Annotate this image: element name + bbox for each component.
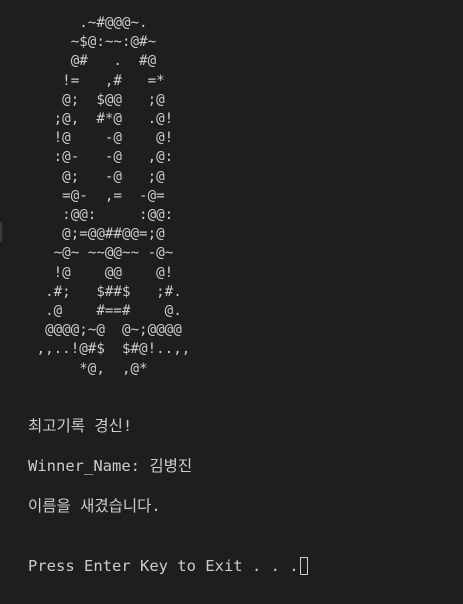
- console-window: .~#@@@~. ~$@:~~:@#~ @# . #@ != ,# =* @; …: [0, 0, 463, 604]
- winner-name-value: 김병진: [149, 457, 193, 475]
- winner-name-line: Winner_Name: 김병진: [28, 456, 192, 476]
- art-line: @;=@@##@@=;@: [28, 226, 165, 243]
- art-line: .@ #==# @.: [28, 303, 182, 320]
- art-line: !@ @@ @!: [28, 264, 174, 281]
- art-line: ;@, #*@ .@!: [28, 111, 174, 128]
- art-line: ,,..!@#$ $#@!..,,: [28, 341, 191, 358]
- art-line: @; -@ ;@: [28, 168, 165, 185]
- art-line: @@@@;~@ @~;@@@@: [28, 322, 182, 339]
- art-line: =@- ,= -@=: [28, 187, 165, 204]
- art-line: ~@~ ~~@@~~ -@~: [28, 245, 174, 262]
- exit-prompt-line[interactable]: Press Enter Key to Exit . . .: [28, 556, 308, 576]
- art-line: .#; $##$ ;#.: [28, 283, 182, 300]
- new-record-message: 최고기록 경신!: [28, 417, 133, 435]
- art-line: :@@: :@@:: [28, 207, 174, 224]
- art-line: @; $@@ ;@: [28, 91, 165, 108]
- ascii-trophy-art: .~#@@@~. ~$@:~~:@#~ @# . #@ != ,# =* @; …: [28, 14, 191, 379]
- winner-name-label: Winner_Name:: [28, 457, 150, 475]
- art-line: !@ -@ @!: [28, 130, 174, 147]
- exit-prompt-text: Press Enter Key to Exit . . .: [28, 557, 299, 575]
- text-cursor: [299, 557, 308, 575]
- art-line: .~#@@@~.: [28, 15, 148, 31]
- art-line: @# . #@: [28, 53, 157, 70]
- art-line: *@, ,@*: [28, 360, 148, 377]
- art-line: :@- -@ ,@:: [28, 149, 174, 166]
- art-line: != ,# =*: [28, 72, 165, 89]
- name-saved-message: 이름을 새겼습니다.: [28, 497, 161, 515]
- scroll-marker: [0, 222, 2, 242]
- art-line: ~$@:~~:@#~: [28, 34, 157, 51]
